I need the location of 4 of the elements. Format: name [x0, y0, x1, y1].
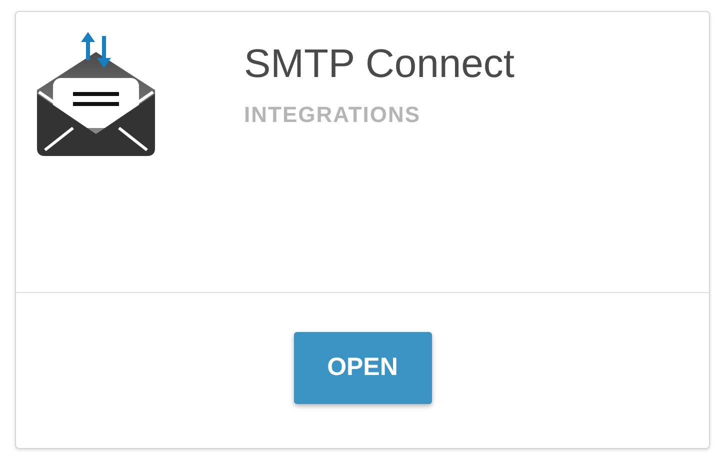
- open-button[interactable]: OPEN: [294, 332, 432, 404]
- mail-icon: [35, 30, 157, 158]
- app-category: INTEGRATIONS: [244, 101, 422, 129]
- app-title: SMTP Connect: [244, 41, 514, 88]
